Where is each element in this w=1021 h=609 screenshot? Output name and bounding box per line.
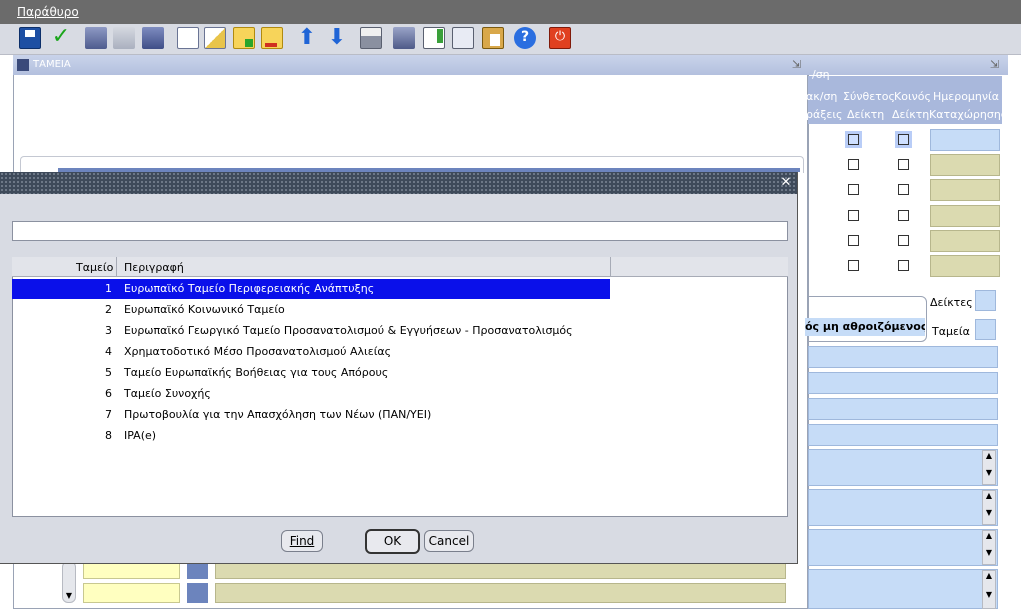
help-icon[interactable]: ? (514, 27, 536, 49)
header-col3-line1: Κοινός (894, 90, 931, 103)
right-field[interactable] (808, 346, 998, 368)
right-field[interactable] (808, 424, 998, 446)
menu-bar: Παράθυρο (0, 0, 1021, 24)
list-item[interactable]: 4 Χρηματοδοτικό Μέσο Προσανατολισμού Αλι… (12, 342, 610, 362)
textarea-scrollbar[interactable]: ▲ ▼ (982, 450, 996, 485)
toolbar: ✓ ⬆ ⬇ ? ⏻ (0, 24, 1021, 55)
search-input[interactable] (12, 221, 788, 241)
stack-icon[interactable] (393, 27, 415, 49)
registration-date-field[interactable] (930, 255, 1000, 277)
background-window-titlebar: ΤΑΜΕΙΑ ⇲ (13, 55, 808, 75)
composite-indicator-checkbox[interactable] (848, 184, 859, 195)
yellow-field[interactable] (83, 583, 180, 603)
funds-label: Ταμεία (932, 325, 970, 338)
arrow-down-icon[interactable]: ⬇ (326, 27, 348, 49)
copy-icon[interactable] (452, 27, 474, 49)
registration-date-field[interactable] (930, 179, 1000, 201)
refresh-icon[interactable] (142, 27, 164, 49)
header-col3-line2: Δείκτη (892, 108, 930, 121)
composite-indicator-checkbox[interactable] (848, 235, 859, 246)
composite-indicator-checkbox[interactable] (848, 134, 859, 145)
exit-icon[interactable]: ⏻ (549, 27, 571, 49)
indicator-type-combo[interactable]: ός μη αθροιζόμενος (805, 296, 927, 342)
window-icon (17, 59, 29, 71)
document-icon[interactable] (177, 27, 199, 49)
right-panel-titlebar: ⇲ (808, 55, 1008, 75)
tan-wide-field[interactable] (215, 583, 786, 603)
list-item[interactable]: 6 Ταμείο Συνοχής (12, 384, 610, 404)
arrow-up-icon[interactable]: ⬆ (296, 27, 318, 49)
textarea-scrollbar[interactable]: ▲ ▼ (982, 570, 996, 609)
registration-date-field[interactable] (930, 154, 1000, 176)
insert-record-icon[interactable] (233, 27, 255, 49)
row-scrollbar[interactable]: ▼ (62, 561, 76, 603)
dialog-titlebar[interactable] (0, 172, 797, 194)
header-col2-line1: Σύνθετος (843, 90, 895, 103)
resize-icon[interactable]: ⇲ (990, 58, 999, 71)
resize-icon[interactable]: ⇲ (792, 58, 801, 71)
common-indicator-checkbox[interactable] (898, 134, 909, 145)
right-textarea[interactable] (808, 529, 998, 566)
common-indicator-checkbox[interactable] (898, 184, 909, 195)
textarea-scrollbar[interactable]: ▲ ▼ (982, 490, 996, 525)
header-partial-top: /ση (812, 68, 830, 81)
registration-date-field[interactable] (930, 129, 1000, 151)
right-textarea[interactable] (808, 569, 998, 609)
header-col2-line2: Δείκτη (847, 108, 885, 121)
right-field[interactable] (808, 398, 998, 420)
list-item[interactable]: 5 Ταμείο Ευρωπαϊκής Βοήθειας για τους Απ… (12, 363, 610, 383)
registration-date-field[interactable] (930, 230, 1000, 252)
delete-record-icon[interactable] (261, 27, 283, 49)
registration-date-field[interactable] (930, 205, 1000, 227)
common-indicator-checkbox[interactable] (898, 159, 909, 170)
header-col1-line1: ακ/ση (806, 90, 838, 103)
indicator-type-combo-value: ός μη αθροιζόμενος (805, 318, 925, 336)
color-swatch[interactable] (187, 583, 208, 603)
close-icon[interactable]: ✕ (779, 176, 793, 190)
find-button[interactable]: Find (281, 530, 323, 552)
header-col1-line2: ράξεις (806, 108, 843, 121)
list-item[interactable]: 2 Ευρωπαϊκό Κοινωνικό Ταμείο (12, 300, 610, 320)
list-item[interactable]: 3 Ευρωπαϊκό Γεωργικό Ταμείο Προσανατολισ… (12, 321, 610, 341)
composite-indicator-checkbox[interactable] (848, 159, 859, 170)
indicators-label: Δείκτες (930, 296, 973, 309)
funds-checkbox-field[interactable] (975, 319, 996, 340)
header-col4-line1: Ημερομηνία (933, 90, 1000, 103)
common-indicator-checkbox[interactable] (898, 260, 909, 271)
list-item[interactable]: 8 IPA(e) (12, 426, 610, 446)
background-window-title: ΤΑΜΕΙΑ (33, 59, 71, 70)
composite-indicator-checkbox[interactable] (848, 260, 859, 271)
common-indicator-checkbox[interactable] (898, 235, 909, 246)
column-header-fund[interactable]: Ταμείο (76, 261, 113, 274)
list-item[interactable]: 1 Ευρωπαϊκό Ταμείο Περιφερειακής Ανάπτυξ… (12, 279, 610, 299)
edit-icon[interactable] (204, 27, 226, 49)
indicators-checkbox-field[interactable] (975, 290, 996, 311)
form-icon[interactable] (85, 27, 107, 49)
right-textarea[interactable] (808, 449, 998, 486)
list-item[interactable]: 7 Πρωτοβουλία για την Απασχόληση των Νέω… (12, 405, 610, 425)
composite-indicator-checkbox[interactable] (848, 210, 859, 221)
column-header-description[interactable]: Περιγραφή (124, 261, 184, 274)
check-icon[interactable]: ✓ (50, 26, 72, 49)
textarea-scrollbar[interactable]: ▲ ▼ (982, 530, 996, 565)
right-field[interactable] (808, 372, 998, 394)
header-col4-line2: Καταχώρησης (929, 108, 1008, 121)
grid-header: Ταμείο Περιγραφή (12, 257, 788, 277)
right-panel-header: /ση ακ/ση ράξεις Σύνθετος Δείκτη Κοινός … (806, 68, 1007, 124)
paste-icon[interactable] (482, 27, 504, 49)
notes-icon[interactable] (423, 27, 445, 49)
print-icon[interactable] (360, 27, 382, 49)
cancel-button[interactable]: Cancel (424, 530, 474, 552)
save-icon[interactable] (19, 27, 41, 49)
ok-button[interactable]: OK (365, 529, 420, 554)
clear-icon[interactable] (113, 27, 135, 49)
common-indicator-checkbox[interactable] (898, 210, 909, 221)
right-textarea[interactable] (808, 489, 998, 526)
menu-window[interactable]: Παράθυρο (17, 5, 79, 19)
